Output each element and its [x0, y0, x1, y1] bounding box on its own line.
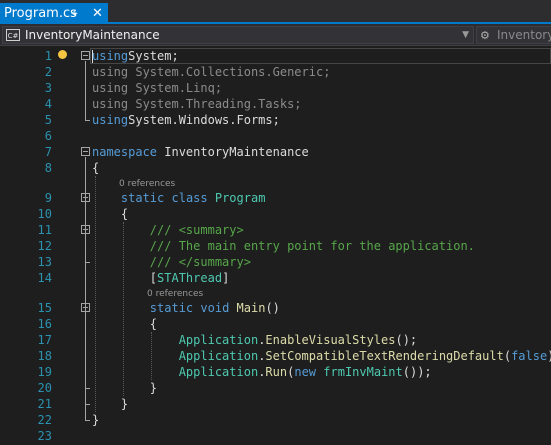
line-number: 10: [37, 207, 52, 221]
codelens-references[interactable]: 0 references: [0, 288, 551, 300]
code-text: }: [92, 381, 158, 395]
comment-fold-line: [85, 235, 86, 262]
line-number: 14: [37, 271, 52, 285]
code-text: {: [92, 161, 100, 175]
pin-icon[interactable]: ⌖: [71, 3, 78, 24]
code-text: using System.Collections.Generic;: [92, 65, 331, 79]
collapse-icon[interactable]: [81, 147, 90, 156]
code-text: Application.SetCompatibleTextRenderingDe…: [178, 349, 551, 363]
code-text: Application.Run(new frmInvMaint());: [178, 365, 432, 379]
text-caret: [92, 50, 93, 63]
line-number: 21: [37, 397, 52, 411]
indent-guide: [151, 332, 152, 380]
code-line[interactable]: 14 [STAThread]: [0, 270, 551, 286]
code-line[interactable]: 9 static class Program: [0, 190, 551, 206]
code-line[interactable]: 4 using System.Threading.Tasks;: [0, 96, 551, 112]
line-number: 8: [44, 161, 52, 175]
csharp-project-icon: C#: [6, 29, 20, 41]
line-number: 18: [37, 349, 52, 363]
collapse-icon[interactable]: [81, 51, 90, 60]
chevron-down-icon: ▼: [462, 30, 469, 40]
indent-guide: [123, 222, 124, 396]
code-line[interactable]: 22}: [0, 412, 551, 428]
using-fold-line: [85, 61, 86, 120]
fold-end-tick: [85, 420, 90, 421]
code-text: {: [92, 207, 129, 221]
code-line[interactable]: 19 Application.Run(new frmInvMaint());: [0, 364, 551, 380]
code-line[interactable]: 2 using System.Collections.Generic;: [0, 64, 551, 80]
indent-guide: [95, 176, 96, 412]
line-number: 13: [37, 255, 52, 269]
code-line[interactable]: 3 using System.Linq;: [0, 80, 551, 96]
code-line[interactable]: 6: [0, 128, 551, 144]
project-dropdown[interactable]: C# InventoryMaintenance ▼: [2, 26, 474, 44]
project-label: InventoryMaintenance: [25, 28, 160, 42]
class-icon: ⚙: [480, 29, 490, 42]
code-text: /// </summary>: [149, 255, 251, 269]
codelens-references[interactable]: 0 references: [0, 178, 551, 190]
fold-end-tick: [85, 404, 90, 405]
line-number: 1: [44, 49, 52, 63]
code-line[interactable]: 18 Application.SetCompatibleTextRenderin…: [0, 348, 551, 364]
line-number: 4: [44, 97, 52, 111]
codelens-label[interactable]: 0 references: [147, 288, 203, 300]
method-fold-line: [85, 313, 86, 388]
code-line[interactable]: 17 Application.EnableVisualStyles();: [0, 332, 551, 348]
code-line[interactable]: 15 static void Main(): [0, 300, 551, 316]
line-number: 15: [37, 301, 52, 315]
code-line[interactable]: 5 usingSystem.Windows.Forms;: [0, 112, 551, 128]
tab-title: Program.cs: [4, 6, 77, 21]
line-number: 9: [44, 191, 52, 205]
line-number: 22: [37, 413, 52, 427]
code-line[interactable]: 21 }: [0, 396, 551, 412]
line-number: 2: [44, 65, 52, 79]
type-label: InventoryMaint: [497, 28, 551, 42]
code-line[interactable]: 10 {: [0, 206, 551, 222]
code-text: namespace InventoryMaintenance: [92, 145, 309, 159]
fold-end-tick: [85, 388, 90, 389]
line-number: 7: [44, 145, 52, 159]
code-text: using System.Linq;: [92, 81, 223, 95]
line-number: 11: [37, 223, 52, 237]
line-number: 6: [44, 129, 52, 143]
code-line[interactable]: 20 }: [0, 380, 551, 396]
code-text: /// The main entry point for the applica…: [149, 239, 475, 253]
code-text: using System.Threading.Tasks;: [92, 97, 302, 111]
document-tab[interactable]: Program.cs ⌖ ✕: [0, 3, 108, 24]
code-editor[interactable]: 1 usingSystem; 2 using System.Collections.G…: [0, 47, 551, 445]
code-text: Application.EnableVisualStyles();: [178, 333, 418, 347]
type-dropdown[interactable]: ⚙ InventoryMaint: [476, 26, 551, 44]
close-icon[interactable]: ✕: [92, 3, 103, 24]
code-line[interactable]: 16 {: [0, 316, 551, 332]
code-line[interactable]: 13 /// </summary>: [0, 254, 551, 270]
line-number: 23: [37, 429, 52, 443]
code-text: usingSystem.Windows.Forms;: [92, 113, 280, 127]
code-text: }: [92, 397, 129, 411]
fold-end-tick: [85, 262, 90, 263]
code-text: {: [92, 317, 158, 331]
code-text: }: [92, 413, 100, 427]
line-number: 5: [44, 113, 52, 127]
line-number: 20: [37, 381, 52, 395]
line-number: 3: [44, 81, 52, 95]
fold-end-tick: [85, 120, 90, 121]
code-line[interactable]: 23: [0, 428, 551, 444]
code-line[interactable]: 12 /// The main entry point for the appl…: [0, 238, 551, 254]
code-line[interactable]: 11 /// <summary>: [0, 222, 551, 238]
code-line[interactable]: 8{: [0, 160, 551, 176]
line-number: 19: [37, 365, 52, 379]
current-line-highlight: [90, 48, 551, 64]
code-line[interactable]: 7 namespace InventoryMaintenance: [0, 144, 551, 160]
code-text: [STAThread]: [92, 271, 230, 285]
codelens-label[interactable]: 0 references: [119, 178, 175, 190]
line-number: 12: [37, 239, 52, 253]
line-number: 17: [37, 333, 52, 347]
code-text: static class Program: [120, 191, 266, 205]
line-number: 16: [37, 317, 52, 331]
code-text: /// <summary>: [149, 223, 244, 237]
document-tab-strip: Program.cs ⌖ ✕: [0, 0, 551, 24]
code-text: static void Main(): [149, 301, 280, 315]
navigation-bar: C# InventoryMaintenance ▼ ⚙ InventoryMai…: [0, 24, 551, 46]
